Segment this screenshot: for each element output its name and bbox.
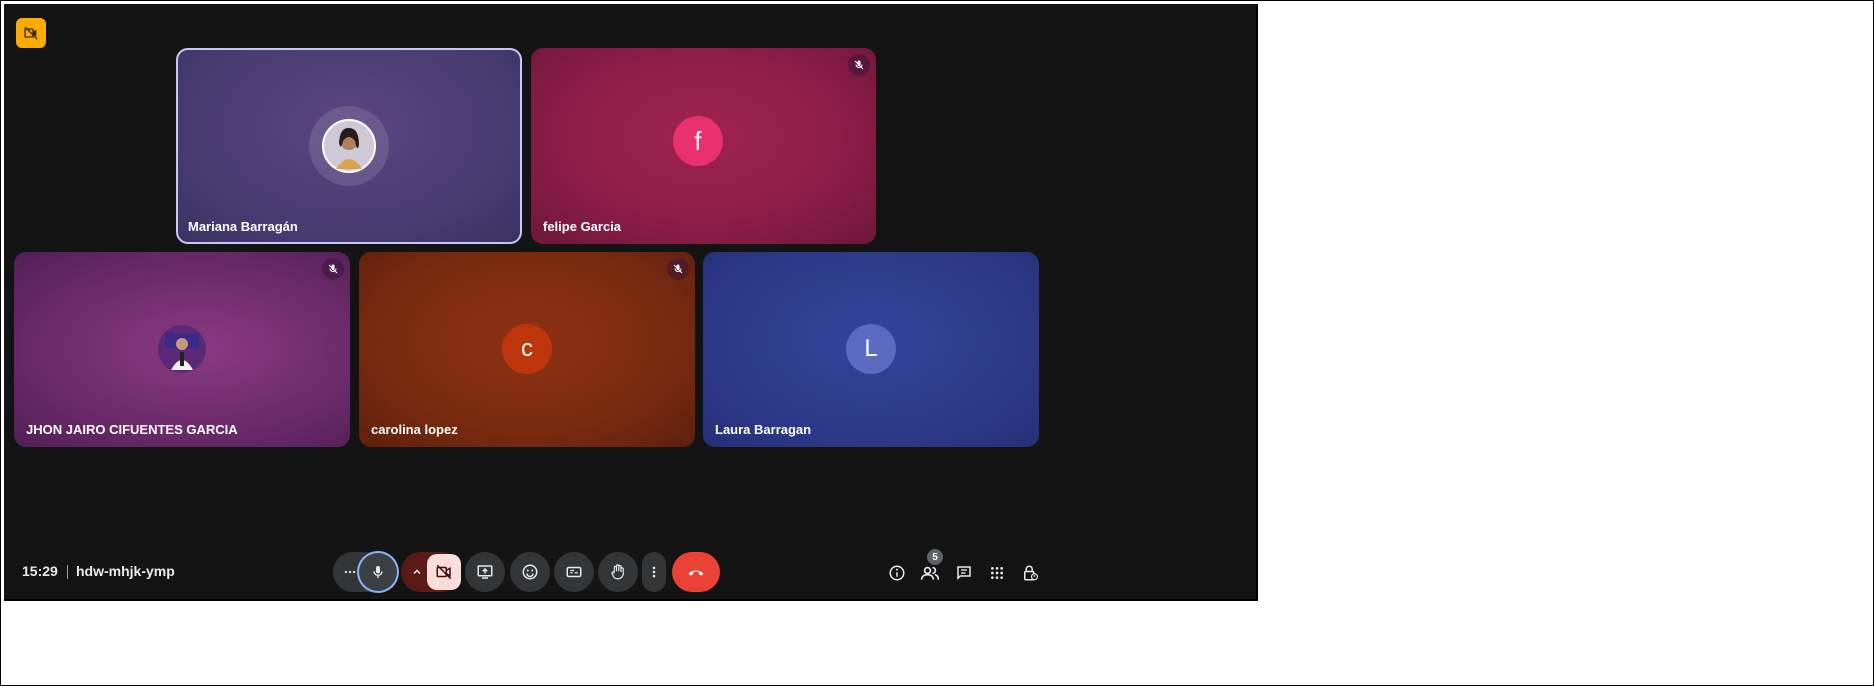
info-icon	[889, 565, 905, 581]
leave-call-button[interactable]	[672, 552, 720, 592]
host-controls-button[interactable]	[1016, 559, 1044, 587]
participant-tile[interactable]: Mariana Barragán	[176, 48, 522, 244]
chevron-up-icon	[413, 569, 421, 575]
people-icon	[920, 566, 940, 580]
participant-photo	[322, 119, 376, 173]
more-options-button[interactable]	[642, 552, 666, 592]
participant-name: Mariana Barragán	[188, 219, 298, 234]
camera-off-icon	[24, 26, 38, 40]
apps-grid-icon	[991, 567, 1003, 579]
participant-name: felipe Garcia	[543, 219, 622, 234]
divider	[67, 565, 68, 579]
more-vertical-icon	[652, 566, 656, 578]
participant-name: JHON JAIRO CIFUENTES GARCIA	[26, 422, 238, 437]
captions-button[interactable]	[554, 552, 594, 592]
meeting-details-button[interactable]	[883, 559, 911, 587]
call-control-bar: 15:29 hdw-mhjk-ymp 5	[4, 549, 1256, 593]
avatar	[157, 324, 207, 374]
people-count-badge: 5	[927, 549, 943, 565]
chat-icon	[957, 566, 971, 581]
captions-icon	[566, 566, 582, 578]
meet-stage: Mariana Barragán f felipe Garcia JHON JA…	[4, 4, 1258, 601]
participant-name: carolina lopez	[371, 422, 458, 437]
raise-hand-icon	[611, 564, 624, 580]
activities-button[interactable]	[983, 559, 1011, 587]
avatar: f	[673, 116, 723, 166]
raise-hand-button[interactable]	[598, 552, 638, 592]
emoji-icon	[522, 564, 538, 580]
lock-person-icon	[1024, 565, 1039, 581]
reactions-button[interactable]	[510, 552, 550, 592]
participant-tile[interactable]: L Laura Barragan	[703, 252, 1039, 447]
present-button[interactable]	[465, 552, 505, 592]
camera-off-icon	[436, 564, 452, 580]
chat-button[interactable]	[950, 559, 978, 587]
participant-tile[interactable]: c carolina lopez	[359, 252, 695, 447]
microphone-button[interactable]	[359, 553, 397, 591]
hang-up-icon	[688, 570, 704, 576]
avatar: c	[502, 324, 552, 374]
microphone-icon	[373, 566, 383, 578]
avatar: L	[846, 324, 896, 374]
mic-muted-icon	[667, 258, 689, 280]
present-screen-icon	[477, 565, 493, 579]
meeting-code[interactable]: hdw-mhjk-ymp	[76, 563, 175, 579]
camera-button[interactable]	[427, 554, 461, 590]
participant-tile[interactable]: f felipe Garcia	[531, 48, 876, 244]
participant-name: Laura Barragan	[715, 422, 812, 437]
camera-off-badge[interactable]	[16, 18, 46, 48]
participant-photo	[158, 325, 206, 373]
mic-muted-icon	[322, 258, 344, 280]
more-horizontal-icon	[344, 570, 356, 574]
meeting-time: 15:29	[22, 563, 58, 579]
avatar	[309, 106, 389, 186]
mic-muted-icon	[848, 54, 870, 76]
participant-tile[interactable]: JHON JAIRO CIFUENTES GARCIA	[14, 252, 350, 447]
